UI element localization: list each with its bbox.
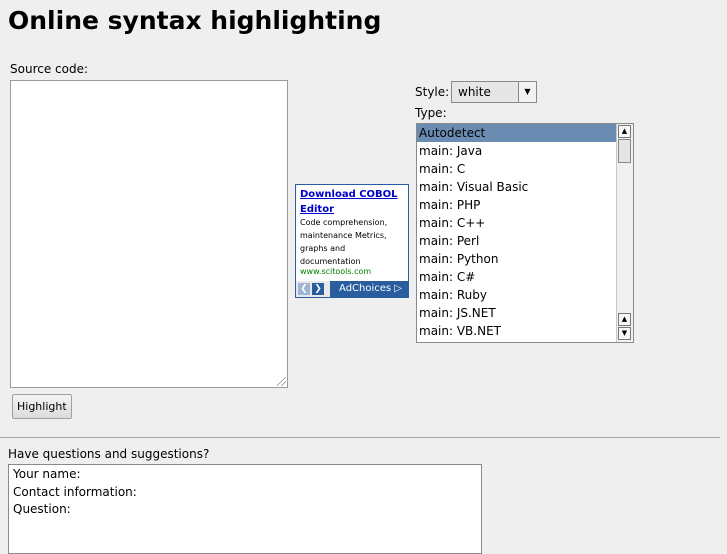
type-option-php[interactable]: main: PHP	[417, 196, 617, 214]
type-list-scrollbar[interactable]: ▲ ▲ ▼	[616, 124, 633, 342]
ad-url[interactable]: www.scitools.com	[300, 267, 371, 276]
ad-footer-bar: ❮ ❯ AdChoices ▷	[296, 281, 408, 297]
ad-title-line1[interactable]: Download COBOL	[300, 189, 398, 200]
source-code-textarea[interactable]	[10, 80, 288, 388]
style-select[interactable]: white ▼	[451, 81, 537, 103]
type-option-cpp[interactable]: main: C++	[417, 214, 617, 232]
feedback-line-contact: Contact information:	[13, 484, 137, 499]
scroll-up-icon[interactable]: ▲	[618, 125, 631, 138]
ad-desc-line: documentation	[300, 257, 361, 266]
ad-next-arrow-icon[interactable]: ❯	[312, 283, 324, 295]
scroll-up-icon[interactable]: ▲	[618, 313, 631, 326]
highlight-button[interactable]: Highlight	[12, 394, 72, 419]
scrollbar-thumb[interactable]	[618, 139, 631, 163]
ad-box[interactable]: Download COBOL Editor Code comprehension…	[295, 184, 409, 298]
feedback-textarea[interactable]: Your name: Contact information: Question…	[8, 464, 482, 554]
type-option-c[interactable]: main: C	[417, 160, 617, 178]
ad-title-link[interactable]: Download COBOL Editor	[300, 187, 404, 217]
type-option-visual-basic[interactable]: main: Visual Basic	[417, 178, 617, 196]
ad-desc-line: maintenance Metrics,	[300, 231, 387, 240]
ad-choices-link[interactable]: AdChoices ▷	[339, 282, 402, 296]
ad-desc-line: Code comprehension,	[300, 218, 388, 227]
type-listbox[interactable]: Autodetect main: Java main: C main: Visu…	[416, 123, 634, 343]
source-code-label: Source code:	[10, 62, 89, 76]
ad-prev-arrow-icon[interactable]: ❮	[298, 283, 310, 295]
feedback-heading: Have questions and suggestions?	[8, 447, 210, 461]
type-option-python[interactable]: main: Python	[417, 250, 617, 268]
feedback-line-name: Your name:	[13, 467, 81, 481]
style-selected-value: white	[458, 85, 491, 99]
section-divider	[0, 437, 720, 438]
type-option-perl[interactable]: main: Perl	[417, 232, 617, 250]
feedback-line-question: Question:	[13, 502, 71, 516]
type-option-jsnet[interactable]: main: JS.NET	[417, 304, 617, 322]
ad-title-line2[interactable]: Editor	[300, 204, 334, 215]
style-label: Style:	[415, 85, 450, 99]
ad-desc-line: graphs and	[300, 244, 346, 253]
resize-grip-icon[interactable]	[277, 377, 286, 386]
type-label: Type:	[415, 106, 447, 120]
scroll-down-icon[interactable]: ▼	[618, 327, 631, 340]
type-option-vbnet[interactable]: main: VB.NET	[417, 322, 617, 340]
page-title: Online syntax highlighting	[8, 6, 382, 35]
type-option-ruby[interactable]: main: Ruby	[417, 286, 617, 304]
chevron-down-icon[interactable]: ▼	[518, 82, 536, 102]
type-option-csharp[interactable]: main: C#	[417, 268, 617, 286]
type-option-autodetect[interactable]: Autodetect	[417, 124, 617, 142]
type-option-java[interactable]: main: Java	[417, 142, 617, 160]
ad-description: Code comprehension, maintenance Metrics,…	[300, 216, 406, 268]
